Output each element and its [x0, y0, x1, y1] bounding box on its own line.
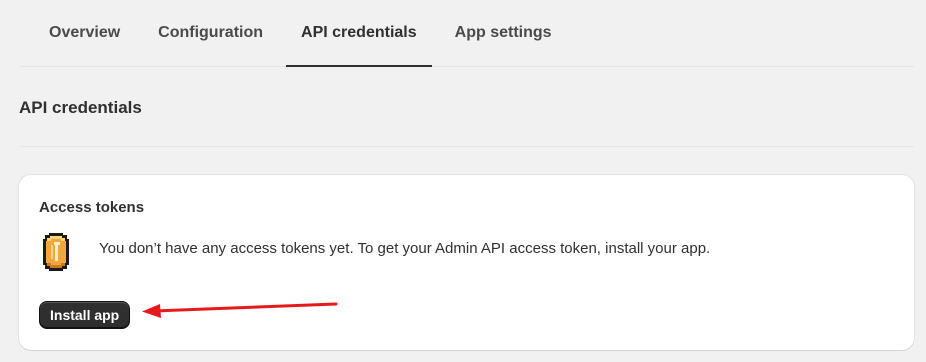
- no-tokens-message: You don’t have any access tokens yet. To…: [99, 240, 711, 257]
- tab-api-credentials[interactable]: API credentials: [286, 0, 432, 67]
- annotation-arrow-icon: [142, 302, 338, 318]
- access-tokens-card: Access tokens You don’t have any access …: [19, 175, 914, 350]
- token-coin-icon: [43, 233, 69, 271]
- install-app-button[interactable]: Install app: [39, 301, 131, 329]
- app-api-credentials-page: Overview Configuration API credentials A…: [0, 0, 926, 362]
- tab-app-settings[interactable]: App settings: [440, 0, 567, 66]
- page-section-title: API credentials: [19, 98, 142, 117]
- card-title: Access tokens: [39, 199, 145, 216]
- section-divider: [19, 146, 914, 147]
- tab-overview[interactable]: Overview: [34, 0, 135, 66]
- tab-configuration[interactable]: Configuration: [143, 0, 278, 66]
- tab-bar: Overview Configuration API credentials A…: [19, 0, 914, 67]
